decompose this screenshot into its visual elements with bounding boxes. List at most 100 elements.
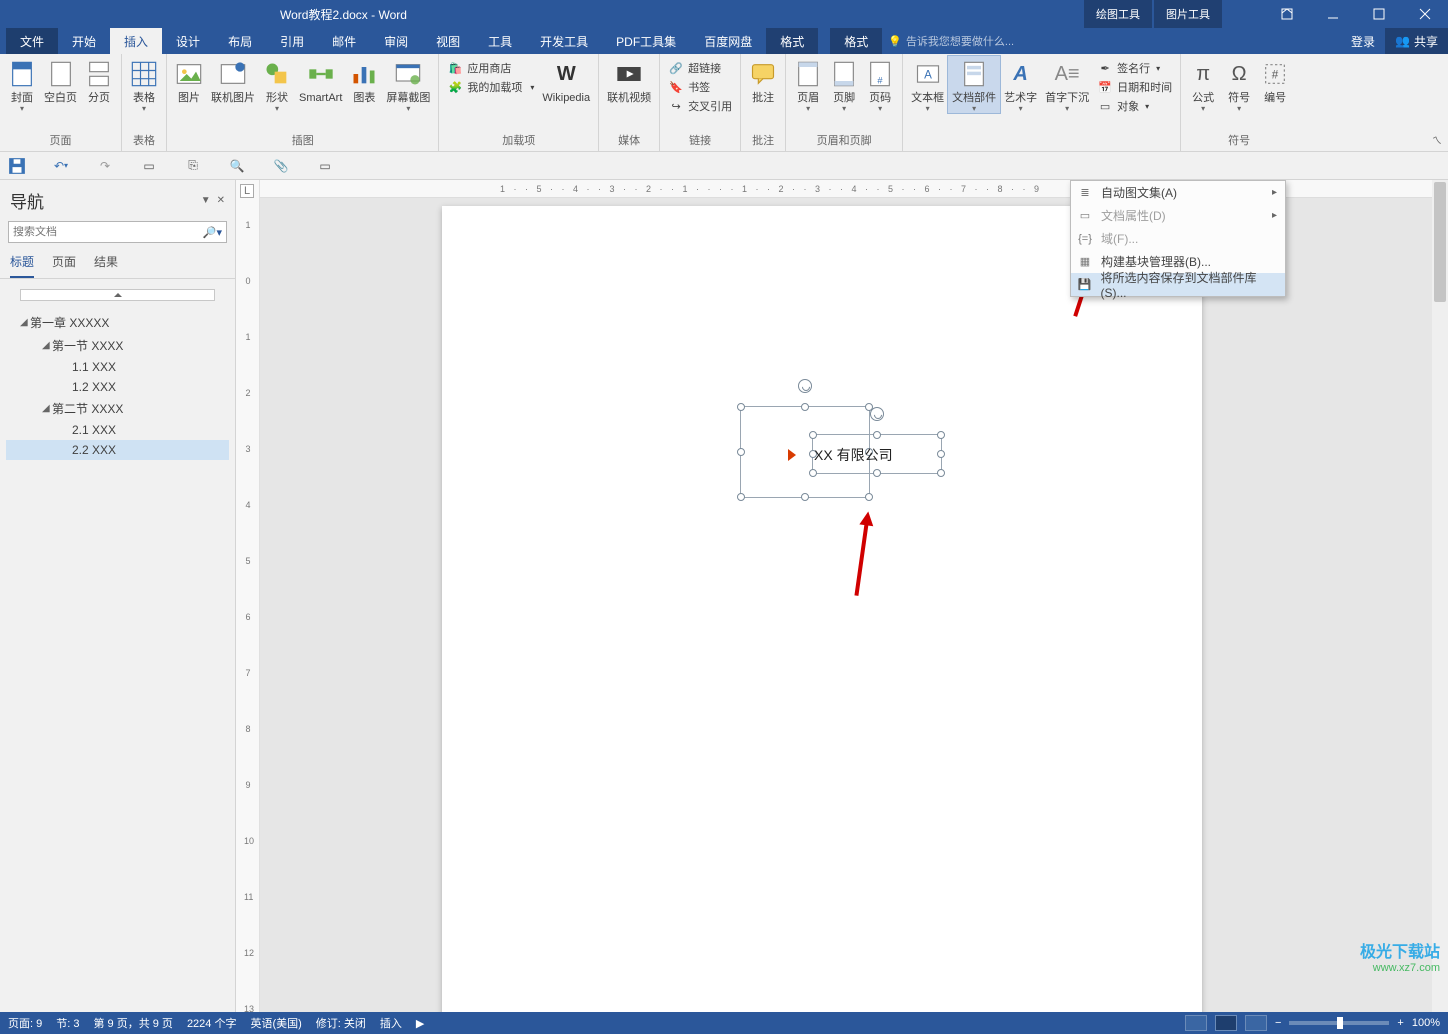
nav-tree-item[interactable]: 2.2 XXX (6, 440, 229, 460)
symbol-button[interactable]: Ω符号▾ (1221, 56, 1257, 113)
resize-handle[interactable] (937, 469, 945, 477)
nav-tree-item[interactable]: ◢第一节 XXXX (6, 334, 229, 357)
tab-pdf-tools[interactable]: PDF工具集 (602, 28, 690, 54)
qat-btn-6[interactable]: 🔍 (228, 157, 246, 175)
date-time-button[interactable]: 📅日期和时间 (1097, 79, 1172, 95)
zoom-slider-thumb[interactable] (1337, 1017, 1343, 1029)
nav-tree-item[interactable]: 2.1 XXX (6, 420, 229, 440)
office-logo-icon[interactable] (784, 447, 800, 463)
collapse-ribbon-button[interactable]: ㄟ (1432, 132, 1442, 147)
menu-docproperty[interactable]: ▭文档属性(D)▸ (1071, 204, 1285, 227)
status-language[interactable]: 英语(美国) (250, 1015, 301, 1031)
zoom-level[interactable]: 100% (1412, 1017, 1440, 1029)
resize-handle[interactable] (937, 450, 945, 458)
object-button[interactable]: ▭对象▾ (1097, 98, 1172, 114)
resize-handle[interactable] (865, 493, 873, 501)
document-viewport[interactable]: 1 · · 5 · · 4 · · 3 · · 2 · · 1 · · · · … (260, 180, 1448, 1012)
menu-autotext[interactable]: ≣自动图文集(A)▸ (1071, 181, 1285, 204)
tab-view[interactable]: 视图 (422, 28, 474, 54)
wordart-button[interactable]: A艺术字▾ (1000, 56, 1041, 113)
status-section[interactable]: 节: 3 (56, 1015, 79, 1031)
tab-home[interactable]: 开始 (58, 28, 110, 54)
status-track[interactable]: 修订: 关闭 (316, 1015, 366, 1031)
save-button[interactable] (8, 157, 26, 175)
drop-cap-button[interactable]: A≡首字下沉▾ (1041, 56, 1093, 113)
tab-file[interactable]: 文件 (6, 28, 58, 54)
qat-btn-4[interactable]: ▭ (140, 157, 158, 175)
qat-btn-7[interactable]: 📎 (272, 157, 290, 175)
nav-tab-headings[interactable]: 标题 (10, 253, 34, 278)
tab-design[interactable]: 设计 (162, 28, 214, 54)
share-button[interactable]: 👥 共享 (1385, 28, 1448, 54)
view-web-layout[interactable] (1245, 1015, 1267, 1031)
contextual-tab-drawing-tools[interactable]: 绘图工具 (1084, 0, 1152, 28)
shapes-button[interactable]: 形状▾ (259, 56, 295, 113)
tab-tools[interactable]: 工具 (474, 28, 526, 54)
rotate-handle[interactable] (798, 379, 812, 393)
nav-close-button[interactable]: ✕ (217, 195, 225, 206)
page[interactable]: XX 有限公司 (442, 206, 1202, 1012)
store-button[interactable]: 🛍️应用商店 (447, 60, 534, 76)
status-page[interactable]: 页面: 9 (8, 1015, 42, 1031)
table-button[interactable]: 表格▾ (126, 56, 162, 113)
hyperlink-button[interactable]: 🔗超链接 (668, 60, 732, 76)
resize-handle[interactable] (937, 431, 945, 439)
nav-tab-pages[interactable]: 页面 (52, 253, 76, 278)
tab-developer[interactable]: 开发工具 (526, 28, 602, 54)
nav-tree-item[interactable]: ◢第二节 XXXX (6, 397, 229, 420)
vertical-scrollbar[interactable] (1432, 180, 1448, 1012)
tab-mailings[interactable]: 邮件 (318, 28, 370, 54)
close-button[interactable] (1402, 0, 1448, 28)
menu-field[interactable]: {=}域(F)... (1071, 227, 1285, 250)
resize-handle[interactable] (737, 403, 745, 411)
contextual-tab-picture-tools[interactable]: 图片工具 (1154, 0, 1222, 28)
number-button[interactable]: #编号 (1257, 56, 1293, 105)
status-words[interactable]: 2224 个字 (187, 1015, 237, 1031)
nav-tree-item[interactable]: 1.2 XXX (6, 377, 229, 397)
view-read-mode[interactable] (1185, 1015, 1207, 1031)
nav-tree-item[interactable]: ◢第一章 XXXXX (6, 311, 229, 334)
wikipedia-button[interactable]: WWikipedia (538, 56, 594, 105)
tab-baidu[interactable]: 百度网盘 (690, 28, 766, 54)
undo-button[interactable]: ↶▾ (52, 157, 70, 175)
resize-handle[interactable] (801, 493, 809, 501)
page-break-button[interactable]: 分页 (81, 56, 117, 105)
page-number-button[interactable]: #页码▾ (862, 56, 898, 113)
minimize-button[interactable] (1310, 0, 1356, 28)
quick-parts-button[interactable]: 文档部件▾ (948, 56, 1000, 113)
ribbon-display-options-button[interactable] (1264, 0, 1310, 28)
tell-me-search[interactable]: 💡 告诉我您想要做什么... (882, 28, 1341, 54)
status-pageof[interactable]: 第 9 页，共 9 页 (93, 1015, 172, 1031)
equation-button[interactable]: π公式▾ (1185, 56, 1221, 113)
search-icon[interactable]: 🔎▾ (203, 226, 222, 239)
resize-handle[interactable] (801, 403, 809, 411)
bookmark-button[interactable]: 🔖书签 (668, 79, 732, 95)
status-mode[interactable]: 插入 (380, 1015, 402, 1031)
qat-btn-8[interactable]: ▭ (316, 157, 334, 175)
maximize-button[interactable] (1356, 0, 1402, 28)
company-text[interactable]: XX 有限公司 (814, 445, 893, 465)
header-button[interactable]: 页眉▾ (790, 56, 826, 113)
textbox-button[interactable]: A文本框▾ (907, 56, 948, 113)
qat-btn-5[interactable]: ⎘ (184, 157, 202, 175)
blank-page-button[interactable]: 空白页 (40, 56, 81, 105)
tab-drawing-format[interactable]: 格式 (766, 28, 818, 54)
nav-tab-results[interactable]: 结果 (94, 253, 118, 278)
pictures-button[interactable]: 图片 (171, 56, 207, 105)
online-video-button[interactable]: 联机视频 (603, 56, 655, 105)
nav-jump-bar[interactable] (20, 289, 215, 301)
scrollbar-thumb[interactable] (1434, 182, 1446, 302)
comment-button[interactable]: 批注 (745, 56, 781, 105)
signature-line-button[interactable]: ✒签名行▾ (1097, 60, 1172, 76)
cover-page-button[interactable]: 封面▾ (4, 56, 40, 113)
tab-selector[interactable]: L (240, 184, 254, 198)
smartart-button[interactable]: SmartArt (295, 56, 346, 105)
status-macro-icon[interactable]: ▶ (416, 1017, 424, 1030)
footer-button[interactable]: 页脚▾ (826, 56, 862, 113)
my-addins-button[interactable]: 🧩我的加载项▾ (447, 79, 534, 95)
tab-references[interactable]: 引用 (266, 28, 318, 54)
resize-handle[interactable] (737, 493, 745, 501)
menu-save-to-gallery[interactable]: 💾将所选内容保存到文档部件库(S)... (1071, 273, 1285, 296)
resize-handle[interactable] (809, 469, 817, 477)
rotate-handle[interactable] (870, 407, 884, 421)
